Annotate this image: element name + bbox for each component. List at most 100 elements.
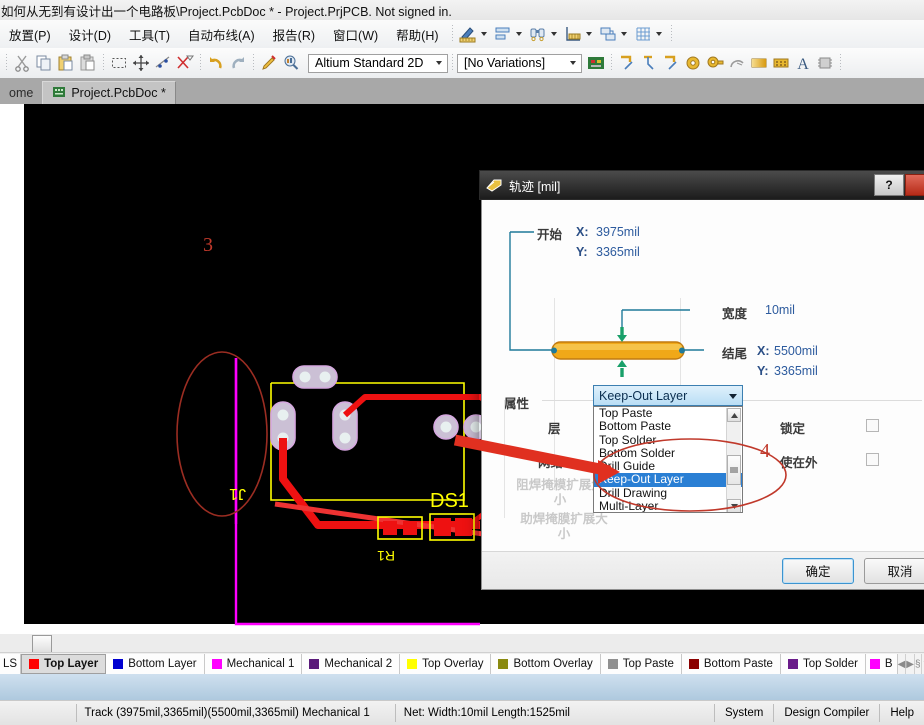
- next-layer-arrow[interactable]: ▶: [906, 654, 915, 674]
- layer-tab-bottom-layer[interactable]: Bottom Layer: [106, 654, 205, 674]
- layer-list-scrollbar[interactable]: [726, 408, 741, 512]
- keepout-label: 使在外: [780, 456, 818, 470]
- place-string-icon[interactable]: A: [793, 53, 813, 73]
- board-layers-icon[interactable]: [598, 24, 618, 44]
- doc-tab-pcbdoc[interactable]: Project.PcbDoc *: [42, 81, 176, 104]
- doc-tab-home-label: ome: [9, 86, 34, 100]
- place-arc-icon[interactable]: [639, 53, 659, 73]
- window-title: 如何从无到有设计出一个电路板\Project.PcbDoc * - Projec…: [1, 4, 452, 19]
- layer-option-keep-out-layer[interactable]: Keep-Out Layer: [594, 473, 742, 487]
- altium-designer-window: 如何从无到有设计出一个电路板\Project.PcbDoc * - Projec…: [0, 0, 924, 725]
- align-objects-icon[interactable]: [493, 24, 513, 44]
- draw-line-ruler-icon[interactable]: [458, 24, 478, 44]
- layer-tab-bottom-paste[interactable]: Bottom Paste: [681, 654, 781, 674]
- layer-option-bottom-paste[interactable]: Bottom Paste: [594, 419, 742, 433]
- place-pad-icon[interactable]: [705, 53, 725, 73]
- layer-option-bottom-solder[interactable]: Bottom Solder: [594, 446, 742, 460]
- prev-layer-arrow[interactable]: ◀: [897, 654, 907, 674]
- layer-combo-dropdown-arrow[interactable]: [729, 394, 737, 399]
- undo-icon[interactable]: [206, 53, 226, 73]
- layers-dropdown-arrow[interactable]: [620, 32, 627, 36]
- start-y-label: Y:: [576, 245, 588, 259]
- toolbar-separator-1: [103, 54, 104, 72]
- layer-swatch-top-layer: [29, 659, 40, 669]
- move-icon[interactable]: [131, 53, 151, 73]
- scroll-up-arrow[interactable]: [727, 408, 741, 422]
- menu-reports[interactable]: 报告(R): [264, 22, 324, 47]
- align-dropdown-arrow[interactable]: [515, 32, 522, 36]
- help-button[interactable]: ?: [874, 174, 904, 196]
- place-via-icon[interactable]: [683, 53, 703, 73]
- highlight-icon[interactable]: [259, 53, 279, 73]
- scrollbar-thumb[interactable]: [727, 455, 741, 485]
- cross-probe-icon[interactable]: [153, 53, 173, 73]
- keepout-checkbox[interactable]: [866, 453, 879, 466]
- clear-filter-icon[interactable]: [175, 53, 195, 73]
- place-polygon-icon[interactable]: [771, 53, 791, 73]
- menu-tools[interactable]: 工具(T): [120, 22, 179, 47]
- layer-option-drill-guide[interactable]: Drill Guide: [594, 459, 742, 473]
- place-fill-icon[interactable]: [749, 53, 769, 73]
- layer-combo[interactable]: Keep-Out Layer: [593, 385, 743, 406]
- cut-icon[interactable]: [12, 53, 32, 73]
- measure-icon[interactable]: [563, 24, 583, 44]
- pcb-board-icon[interactable]: [586, 53, 606, 73]
- cancel-button[interactable]: 取消: [864, 557, 924, 584]
- layer-tab-top-solder[interactable]: Top Solder: [780, 654, 866, 674]
- menu-place[interactable]: 放置(P): [0, 22, 60, 47]
- close-button[interactable]: [905, 174, 924, 196]
- toolbar-separator-2: [200, 54, 201, 72]
- layer-option-top-paste[interactable]: Top Paste: [594, 407, 742, 420]
- grid-icon[interactable]: [633, 24, 653, 44]
- status-button-system[interactable]: System: [713, 704, 773, 722]
- select-area-icon[interactable]: [109, 53, 129, 73]
- find-dropdown-arrow[interactable]: [550, 32, 557, 36]
- doc-tab-home[interactable]: ome: [0, 82, 43, 104]
- layer-tab-partial[interactable]: LS: [0, 654, 22, 674]
- grid-dropdown-arrow[interactable]: [655, 32, 662, 36]
- menu-autoroute[interactable]: 自动布线(A): [179, 22, 264, 47]
- toolbar-separator-6: [840, 54, 841, 72]
- layer-combo-value: Keep-Out Layer: [599, 388, 688, 403]
- status-button-design-compiler[interactable]: Design Compiler: [773, 704, 879, 722]
- layer-tab-top-layer[interactable]: Top Layer: [21, 654, 107, 674]
- ok-button[interactable]: 确定: [782, 557, 854, 584]
- locked-checkbox[interactable]: [866, 419, 879, 432]
- layer-tab-mechanical-2[interactable]: Mechanical 2: [302, 654, 401, 674]
- layer-tab-top-overlay[interactable]: Top Overlay: [400, 654, 492, 674]
- menu-design[interactable]: 设计(D): [60, 22, 120, 47]
- layer-tab-top-paste[interactable]: Top Paste: [600, 654, 682, 674]
- scroll-down-arrow[interactable]: [727, 499, 741, 512]
- place-line-icon[interactable]: [661, 53, 681, 73]
- layer-option-multi-layer[interactable]: Multi-Layer: [594, 499, 742, 512]
- status-button-help[interactable]: Help: [879, 704, 924, 722]
- menu-window[interactable]: 窗口(W): [324, 22, 387, 47]
- measure-dropdown-arrow[interactable]: [585, 32, 592, 36]
- place-arc-center-icon[interactable]: [727, 53, 747, 73]
- layer-dropdown-list[interactable]: Top Paste Bottom Paste Top Solder Bottom…: [593, 406, 743, 513]
- view-configuration-dropdown-arrow[interactable]: [431, 61, 447, 65]
- variation-combo[interactable]: [No Variations]: [457, 53, 582, 73]
- place-component-icon[interactable]: [815, 53, 835, 73]
- find-similar-binoculars-icon[interactable]: [528, 24, 548, 44]
- layer-tab-bottom-overlay[interactable]: Bottom Overlay: [491, 654, 601, 674]
- view-configuration-combo[interactable]: Altium Standard 2D: [308, 53, 448, 73]
- place-track-icon[interactable]: [617, 53, 637, 73]
- draw-tools-dropdown-arrow[interactable]: [480, 32, 487, 36]
- paste-icon[interactable]: [56, 53, 76, 73]
- variation-dropdown-arrow[interactable]: [565, 61, 581, 65]
- browse-icon[interactable]: [281, 53, 301, 73]
- layer-swatch-top-solder: [787, 659, 798, 669]
- redo-icon[interactable]: [228, 53, 248, 73]
- layer-option-drill-drawing[interactable]: Drill Drawing: [594, 486, 742, 500]
- status-net-info: Net: Width:10mil Length:1525mil: [394, 704, 714, 722]
- layer-tab-bottom-solder-partial[interactable]: B: [865, 654, 898, 674]
- status-track-info: Track (3975mil,3365mil)(5500mil,3365mil)…: [75, 704, 395, 722]
- toolbar-separator-0: [6, 54, 7, 72]
- svg-text:J1: J1: [229, 485, 246, 502]
- copy-icon[interactable]: [34, 53, 54, 73]
- layer-tab-mechanical-1[interactable]: Mechanical 1: [204, 654, 303, 674]
- layer-option-top-solder[interactable]: Top Solder: [594, 433, 742, 447]
- paste-special-icon[interactable]: [78, 53, 98, 73]
- menu-help[interactable]: 帮助(H): [387, 22, 447, 47]
